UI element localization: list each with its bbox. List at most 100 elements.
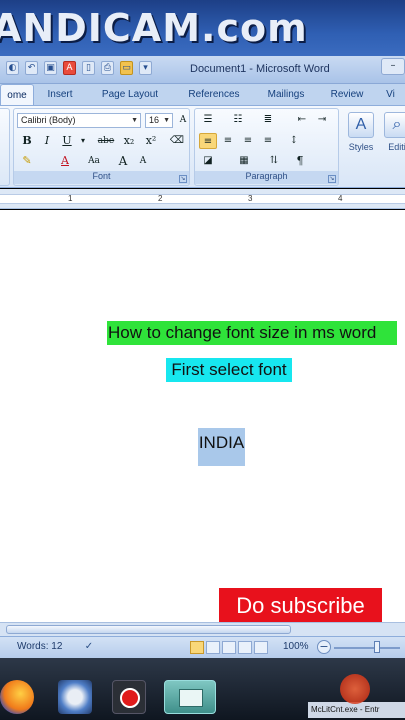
change-case-button[interactable]: Aa — [82, 153, 106, 169]
ruler-number: 1 — [68, 194, 73, 203]
align-right-button[interactable]: ≡ — [239, 133, 257, 149]
document-page[interactable]: How to change font size in ms word First… — [0, 210, 405, 622]
zoom-slider[interactable] — [334, 647, 400, 649]
print-layout-view-icon[interactable] — [190, 641, 204, 654]
tab-review[interactable]: Review — [318, 84, 376, 105]
font-name-combo[interactable]: Calibri (Body) ▼ — [17, 113, 141, 128]
tab-view[interactable]: Vi — [376, 84, 405, 105]
app-window-icon[interactable] — [164, 680, 216, 714]
office-button-icon[interactable]: ◐ — [6, 61, 19, 75]
ruler-number: 3 — [248, 194, 253, 203]
zoom-out-icon[interactable]: − — [317, 640, 331, 654]
font-color-icon[interactable]: A — [63, 61, 76, 75]
zoom-level[interactable]: 100% — [283, 641, 309, 652]
italic-button[interactable]: I — [38, 133, 56, 149]
increase-indent-icon[interactable]: ⇥ — [313, 112, 331, 128]
status-bar: Words: 12 ✓ 100% − — [0, 636, 405, 658]
borders-icon[interactable]: ▦ — [235, 153, 253, 169]
bandicam-record-icon[interactable] — [112, 680, 146, 714]
window-icon — [179, 689, 203, 707]
web-layout-view-icon[interactable] — [222, 641, 236, 654]
find-icon: ⌕ — [384, 112, 405, 138]
tab-references[interactable]: References — [174, 84, 254, 105]
save-icon[interactable]: ▣ — [44, 61, 57, 75]
paragraph-group-label: Paragraph — [195, 171, 338, 184]
draft-view-icon[interactable] — [254, 641, 268, 654]
superscript-button[interactable]: x² — [142, 133, 160, 149]
grow-font-button[interactable]: A — [114, 153, 132, 169]
font-dialog-launcher-icon[interactable]: ↘ — [179, 175, 187, 183]
open-folder-icon[interactable]: ▭ — [120, 61, 133, 75]
scrollbar-thumb[interactable] — [6, 625, 291, 634]
font-group: Calibri (Body) ▼ 16 ▼ A B I U ▾ abe x₂ x… — [13, 108, 190, 186]
decrease-indent-icon[interactable]: ⇤ — [293, 112, 311, 128]
text-effects-icon[interactable]: ✎ — [18, 153, 36, 169]
media-player-icon[interactable] — [58, 680, 92, 714]
paragraph-dialog-launcher-icon[interactable]: ↘ — [328, 175, 336, 183]
tab-page-layout[interactable]: Page Layout — [86, 84, 174, 105]
tab-mailings[interactable]: Mailings — [254, 84, 318, 105]
styles-label: Styles — [348, 142, 374, 152]
outline-view-icon[interactable] — [238, 641, 252, 654]
shrink-font-button[interactable]: A — [134, 153, 152, 169]
show-formatting-icon[interactable]: ¶ — [291, 153, 309, 169]
recording-indicator-icon — [340, 674, 370, 704]
zoom-slider-thumb[interactable] — [374, 641, 380, 653]
highlighted-heading-text[interactable]: How to change font size in ms word — [107, 321, 397, 345]
selected-text[interactable]: INDIA — [198, 428, 245, 466]
record-dot-icon — [120, 688, 140, 708]
font-name-value: Calibri (Body) — [21, 115, 76, 125]
tab-home[interactable]: ome — [0, 84, 34, 105]
clear-formatting-icon[interactable]: ⌫ — [168, 133, 186, 149]
underline-dropdown-icon[interactable]: ▾ — [78, 133, 88, 149]
numbering-icon[interactable]: ☷ — [229, 112, 247, 128]
customize-qat-icon[interactable]: ▾ — [139, 61, 152, 75]
word-count[interactable]: Words: 12 — [17, 641, 62, 652]
ruler-number: 4 — [338, 194, 343, 203]
multilevel-list-icon[interactable]: ≣ — [259, 112, 277, 128]
quick-access-toolbar: ◐ ↶ ▣ A ▯ ⎙ ▭ ▾ — [6, 61, 152, 75]
underline-button[interactable]: U — [58, 133, 76, 149]
new-document-icon[interactable]: ▯ — [82, 61, 95, 75]
view-buttons — [190, 641, 268, 654]
ribbon-tabs: ome Insert Page Layout References Mailin… — [0, 84, 405, 106]
styles-button[interactable]: A Styles — [344, 110, 378, 168]
title-bar: ◐ ↶ ▣ A ▯ ⎙ ▭ ▾ Document1 - Microsoft Wo… — [0, 56, 405, 84]
minimize-button[interactable]: – — [381, 58, 405, 75]
font-size-combo[interactable]: 16 ▼ — [145, 113, 173, 128]
bullets-icon[interactable]: ☰ — [199, 112, 217, 128]
ribbon: Calibri (Body) ▼ 16 ▼ A B I U ▾ abe x₂ x… — [0, 106, 405, 188]
subscript-button[interactable]: x₂ — [120, 133, 138, 149]
taskbar-window-label[interactable]: McLitCnt.exe - Entr — [308, 702, 405, 718]
clipboard-group — [0, 108, 10, 186]
grow-font-icon[interactable]: A — [174, 112, 192, 128]
watermark-text: ANDICAM.com — [0, 6, 308, 50]
print-preview-icon[interactable]: ⎙ — [101, 61, 114, 75]
shading-icon[interactable]: ◪ — [199, 153, 217, 169]
align-center-button[interactable]: ≡ — [219, 133, 237, 149]
align-left-button[interactable]: ≡ — [199, 133, 217, 149]
highlighted-instruction-text[interactable]: First select font — [166, 358, 292, 382]
window-controls: – — [381, 58, 405, 75]
subscribe-banner: Do subscribe — [219, 588, 382, 623]
firefox-icon[interactable] — [0, 680, 34, 714]
window-title: Document1 - Microsoft Word — [190, 63, 330, 75]
horizontal-scrollbar[interactable] — [0, 622, 405, 636]
proofing-icon[interactable]: ✓ — [82, 640, 96, 654]
chevron-down-icon: ▼ — [131, 117, 138, 124]
font-color-button[interactable]: A — [56, 153, 74, 169]
ruler-strip: 1 2 3 4 — [0, 194, 405, 204]
undo-icon[interactable]: ↶ — [25, 61, 38, 75]
ruler-number: 2 — [158, 194, 163, 203]
justify-button[interactable]: ≡ — [259, 133, 277, 149]
tab-insert[interactable]: Insert — [34, 84, 86, 105]
sort-icon[interactable]: ⇅ — [265, 153, 283, 169]
line-spacing-icon[interactable]: ↕ — [285, 133, 303, 149]
bold-button[interactable]: B — [18, 133, 36, 149]
font-group-label: Font — [14, 171, 189, 184]
full-screen-view-icon[interactable] — [206, 641, 220, 654]
editing-button[interactable]: ⌕ Editi — [382, 110, 405, 168]
editing-label: Editi — [388, 142, 405, 152]
horizontal-ruler[interactable]: 1 2 3 4 — [0, 189, 405, 209]
strikethrough-button[interactable]: abe — [94, 133, 118, 149]
